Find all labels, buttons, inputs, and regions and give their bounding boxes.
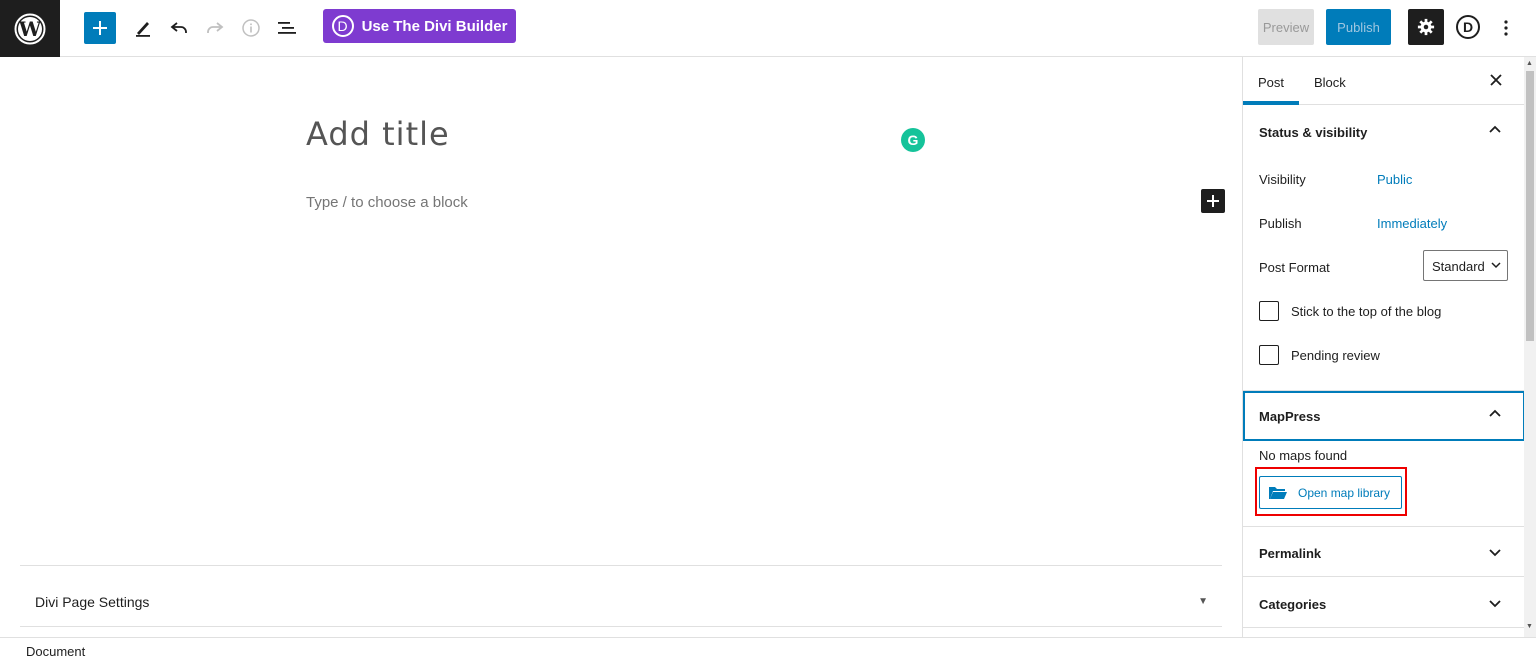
pending-review-label: Pending review bbox=[1291, 348, 1380, 363]
post-format-value: Standard bbox=[1432, 259, 1485, 274]
permalink-title: Permalink bbox=[1259, 546, 1322, 561]
open-map-library-label: Open map library bbox=[1298, 485, 1391, 500]
svg-text:W: W bbox=[18, 17, 42, 41]
wordpress-icon: W bbox=[14, 13, 46, 44]
pencil-icon bbox=[136, 22, 150, 37]
visibility-label: Visibility bbox=[1259, 172, 1306, 187]
tools-button[interactable] bbox=[127, 12, 159, 44]
no-maps-message: No maps found bbox=[1259, 448, 1348, 463]
post-title-input[interactable]: Add title bbox=[306, 115, 450, 153]
settings-button[interactable] bbox=[1408, 9, 1444, 45]
use-divi-builder-button[interactable]: D Use The Divi Builder bbox=[323, 9, 516, 43]
visibility-toggle[interactable]: Public bbox=[1377, 172, 1412, 187]
grammarly-icon[interactable]: G bbox=[901, 128, 925, 152]
undo-button[interactable] bbox=[163, 12, 195, 44]
post-format-label: Post Format bbox=[1259, 260, 1330, 275]
active-tab-indicator bbox=[1243, 101, 1299, 105]
close-icon[interactable] bbox=[1487, 71, 1505, 89]
redo-icon bbox=[207, 22, 224, 33]
sticky-label: Stick to the top of the blog bbox=[1291, 304, 1442, 319]
chevron-down-icon bbox=[1489, 549, 1501, 557]
list-view-button[interactable] bbox=[271, 12, 303, 44]
divi-page-settings-title: Divi Page Settings bbox=[35, 594, 150, 610]
wordpress-logo-button[interactable]: W bbox=[0, 0, 60, 57]
editor-header: W D Use The Divi Builder Preview Publish… bbox=[0, 0, 1536, 57]
sidebar-tabs: Post Block bbox=[1243, 57, 1524, 105]
chevron-down-icon bbox=[1491, 262, 1501, 269]
breadcrumb[interactable]: Document bbox=[26, 644, 85, 659]
permalink-header[interactable]: Permalink bbox=[1243, 527, 1524, 577]
scroll-thumb[interactable] bbox=[1526, 71, 1534, 341]
inline-block-inserter-button[interactable] bbox=[1201, 189, 1225, 213]
preview-button[interactable]: Preview bbox=[1258, 9, 1314, 45]
options-button[interactable] bbox=[1494, 12, 1518, 44]
block-inserter-button[interactable] bbox=[84, 12, 116, 44]
divi-avatar-button[interactable]: D bbox=[1453, 12, 1483, 42]
sidebar-scrollbar[interactable]: ▲ ▼ bbox=[1524, 57, 1536, 637]
post-format-select[interactable]: Standard bbox=[1423, 250, 1508, 281]
chevron-up-icon bbox=[1489, 125, 1501, 133]
plus-icon bbox=[1207, 195, 1219, 207]
pending-review-checkbox[interactable] bbox=[1259, 345, 1279, 365]
scroll-up-arrow-icon[interactable]: ▲ bbox=[1526, 60, 1533, 67]
sticky-checkbox[interactable] bbox=[1259, 301, 1279, 321]
caret-down-icon[interactable]: ▼ bbox=[1198, 596, 1208, 607]
avatar: D bbox=[1456, 15, 1480, 39]
tab-post[interactable]: Post bbox=[1258, 75, 1284, 90]
editor-canvas: Add title G Type / to choose a block Div… bbox=[0, 57, 1242, 637]
tab-block[interactable]: Block bbox=[1314, 75, 1346, 90]
mappress-title: MapPress bbox=[1259, 409, 1321, 424]
mappress-header[interactable]: MapPress bbox=[1243, 391, 1524, 441]
plus-icon bbox=[93, 21, 107, 35]
editor-footer: Document bbox=[0, 637, 1536, 659]
chevron-up-icon bbox=[1489, 409, 1501, 417]
categories-header[interactable]: Categories bbox=[1243, 577, 1524, 627]
divi-logo-icon: D bbox=[331, 15, 354, 37]
folder-open-icon bbox=[1269, 486, 1287, 499]
chevron-down-icon bbox=[1489, 600, 1501, 608]
info-icon bbox=[242, 19, 260, 37]
block-placeholder[interactable]: Type / to choose a block bbox=[306, 194, 468, 211]
open-map-library-button[interactable]: Open map library bbox=[1259, 476, 1402, 509]
status-visibility-header[interactable]: Status & visibility bbox=[1243, 107, 1524, 157]
redo-button[interactable] bbox=[199, 12, 231, 44]
divi-button-label: Use The Divi Builder bbox=[361, 17, 508, 35]
publish-button[interactable]: Publish bbox=[1326, 9, 1391, 45]
gear-icon bbox=[1417, 18, 1435, 36]
settings-sidebar: Post Block Status & visibility Visibilit… bbox=[1242, 57, 1524, 637]
scroll-down-arrow-icon[interactable]: ▼ bbox=[1526, 623, 1533, 630]
categories-title: Categories bbox=[1259, 597, 1327, 612]
divider bbox=[1243, 627, 1524, 628]
status-visibility-title: Status & visibility bbox=[1259, 125, 1368, 140]
list-view-icon bbox=[278, 22, 296, 34]
publish-date-toggle[interactable]: Immediately bbox=[1377, 216, 1447, 231]
kebab-icon bbox=[1504, 20, 1508, 36]
divi-page-settings-panel[interactable]: Divi Page Settings ▼ bbox=[20, 565, 1222, 627]
publish-label: Publish bbox=[1259, 216, 1302, 231]
details-button[interactable] bbox=[235, 12, 267, 44]
undo-icon bbox=[170, 22, 187, 33]
